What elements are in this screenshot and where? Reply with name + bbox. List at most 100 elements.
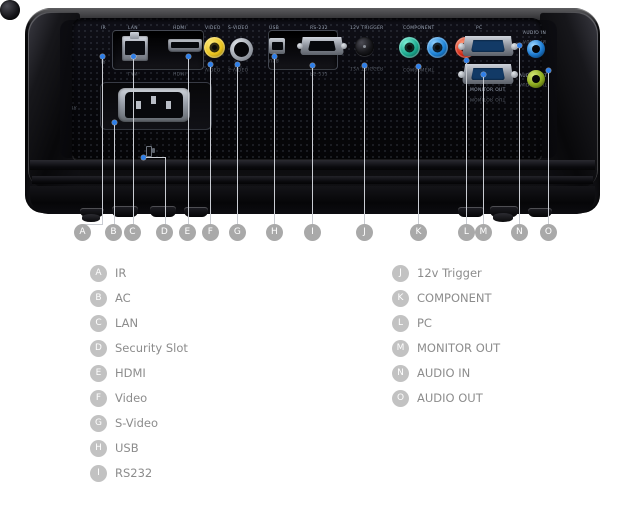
marker-c[interactable]: C	[124, 224, 141, 241]
legend-marker-e: E	[90, 365, 107, 382]
port-label-lan: LAN	[128, 26, 138, 31]
legend-marker-i: I	[90, 465, 107, 482]
audio-out-jack	[527, 70, 545, 88]
foot-pad	[493, 213, 513, 222]
legend-marker-j: J	[392, 265, 409, 282]
leader-line-j	[364, 68, 365, 224]
leader-line-g	[237, 67, 238, 224]
legend-label-c: LAN	[115, 316, 139, 330]
leader-line-k	[418, 69, 419, 224]
marker-f[interactable]: F	[202, 224, 219, 241]
ac-power-inlet	[118, 88, 190, 122]
marker-j[interactable]: J	[356, 224, 373, 241]
leader-line-f	[210, 67, 211, 224]
projector-foot	[112, 206, 138, 217]
marker-a[interactable]: A	[74, 224, 91, 241]
marker-i[interactable]: I	[304, 224, 321, 241]
projector-panel-diagram: IR LAN HDMI VIDEO S-VIDEO USB RS-232 12V…	[0, 0, 625, 531]
port-label-video-reflection: VIDEO	[205, 66, 221, 71]
port-label-rs232: RS-232	[310, 26, 328, 31]
audio-in-jack	[527, 40, 545, 58]
port-label-ir: IR	[101, 26, 107, 31]
legend-label-e: HDMI	[115, 366, 146, 380]
leader-line-e	[188, 59, 189, 224]
port-label-hdmi: HDMI	[173, 26, 187, 31]
leader-line-d	[165, 157, 166, 224]
legend-marker-c: C	[90, 315, 107, 332]
legend-label-b: AC	[115, 291, 131, 305]
legend-marker-g: G	[90, 415, 107, 432]
legend-label-l: PC	[417, 316, 432, 330]
legend-label-g: S-Video	[115, 416, 158, 430]
hdmi-port	[168, 39, 202, 52]
port-label-component: COMPONENT	[403, 26, 435, 31]
legend-marker-b: B	[90, 290, 107, 307]
port-label-pc: PC	[476, 26, 483, 31]
component-pb-jack	[427, 37, 448, 58]
rs232-serial-port	[297, 37, 347, 55]
kensington-security-slot	[146, 146, 156, 157]
leader-line-a	[102, 59, 103, 224]
marker-n[interactable]: N	[511, 224, 528, 241]
leader-line-b	[114, 125, 115, 224]
component-y-jack	[399, 37, 420, 58]
port-label-audio-in: AUDIO IN	[523, 31, 547, 36]
projector-foot	[150, 206, 176, 217]
legend-marker-n: N	[392, 365, 409, 382]
port-label-hdmi-reflection: HDMI	[173, 70, 187, 75]
leader-line-m	[483, 77, 484, 224]
foot-pad	[82, 214, 100, 222]
leader-line-l	[466, 63, 467, 224]
legend-marker-o: O	[392, 390, 409, 407]
legend-label-k: COMPONENT	[417, 291, 492, 305]
s-video-port	[230, 38, 253, 61]
leader-line-i	[312, 68, 313, 224]
port-label-monitor-out-reflection: MONITOR OUT	[470, 96, 506, 101]
port-label-video: VIDEO	[205, 26, 221, 31]
marker-e[interactable]: E	[179, 224, 196, 241]
port-label-svideo: S-VIDEO	[228, 26, 249, 31]
composite-video-jack	[204, 37, 225, 58]
legend-marker-a: A	[90, 265, 107, 282]
port-label-12v-trigger: 12V TRIGGER	[350, 26, 384, 31]
marker-m[interactable]: M	[475, 224, 492, 241]
leader-line-o	[548, 73, 549, 224]
leader-line-n	[519, 48, 520, 224]
legend-label-i: RS232	[115, 466, 153, 480]
legend-label-m: MONITOR OUT	[417, 341, 501, 355]
monitor-out-vga-port	[458, 64, 518, 84]
legend-marker-h: H	[90, 440, 107, 457]
legend-label-j: 12v Trigger	[417, 266, 482, 280]
projector-foot	[458, 207, 484, 217]
legend-label-d: Security Slot	[115, 341, 188, 355]
marker-h[interactable]: H	[266, 224, 283, 241]
port-label-usb: USB	[269, 26, 280, 31]
legend-label-a: IR	[115, 266, 127, 280]
legend: A IR B AC C LAN D Security Slot E HDMI F…	[0, 262, 625, 531]
marker-l[interactable]: L	[458, 224, 475, 241]
projector-photo: IR LAN HDMI VIDEO S-VIDEO USB RS-232 12V…	[0, 0, 625, 250]
12v-trigger-jack	[355, 37, 374, 56]
legend-marker-m: M	[392, 340, 409, 357]
legend-marker-l: L	[392, 315, 409, 332]
legend-marker-d: D	[90, 340, 107, 357]
marker-k[interactable]: K	[410, 224, 427, 241]
leader-line-c	[133, 59, 134, 224]
port-label-monitor-out: MONITOR OUT	[470, 88, 506, 93]
legend-marker-k: K	[392, 290, 409, 307]
ir-receiver-jack	[0, 0, 20, 20]
legend-label-n: AUDIO IN	[417, 366, 471, 380]
legend-label-f: Video	[115, 391, 148, 405]
leader-line-d-elbow	[146, 157, 166, 158]
pc-vga-input-port	[458, 36, 518, 56]
legend-label-h: USB	[115, 441, 139, 455]
usb-type-b-port	[269, 38, 285, 54]
marker-g[interactable]: G	[229, 224, 246, 241]
marker-b[interactable]: B	[105, 224, 122, 241]
legend-label-o: AUDIO OUT	[417, 391, 483, 405]
ac-inlet-reflection-label: IR	[72, 104, 78, 109]
marker-o[interactable]: O	[540, 224, 557, 241]
leader-line-h	[274, 59, 275, 224]
marker-d[interactable]: D	[156, 224, 173, 241]
legend-marker-f: F	[90, 390, 107, 407]
